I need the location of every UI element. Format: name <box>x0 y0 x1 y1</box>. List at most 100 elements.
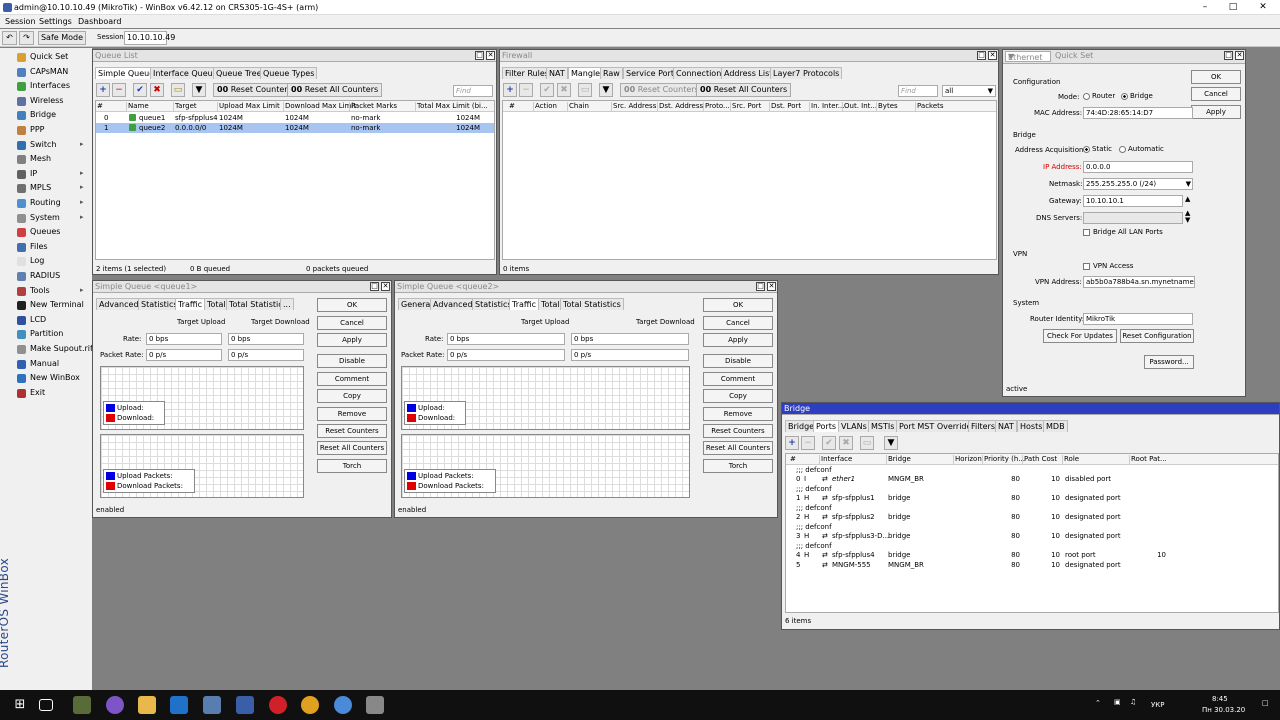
tab-queue-tree[interactable]: Queue Tree <box>213 67 265 79</box>
col-chain[interactable]: Chain <box>567 102 589 112</box>
network-tool-icon[interactable] <box>203 696 221 714</box>
tray-chevron-icon[interactable]: ⌃ <box>1095 699 1101 707</box>
col-packet-marks[interactable]: Packet Marks <box>349 102 397 112</box>
close-icon[interactable]: ✕ <box>486 51 495 60</box>
close-icon[interactable]: ✕ <box>1235 51 1244 60</box>
col-root-path[interactable]: Root Pat... <box>1129 455 1167 465</box>
disable-icon[interactable]: ✖ <box>839 436 853 450</box>
col-dst-address[interactable]: Dst. Address <box>657 102 703 112</box>
tab-mstis[interactable]: MSTIs <box>868 420 898 432</box>
find-input[interactable]: Find <box>898 85 938 97</box>
enable-icon[interactable]: ✔ <box>822 436 836 450</box>
bridge-all-lan-checkbox[interactable]: Bridge All LAN Ports <box>1083 228 1163 236</box>
sidebar-item-new-terminal[interactable]: New Terminal <box>0 298 92 312</box>
redo-icon[interactable]: ↷ <box>19 31 34 45</box>
netmask-select[interactable]: 255.255.255.0 (/24) ▼ <box>1083 178 1193 190</box>
col-packets[interactable]: Packets <box>915 102 944 112</box>
table-row[interactable]: 5 MNGM-555 MNGM_BR ⇄ 80 10 designated port <box>786 560 1278 570</box>
restore-icon[interactable]: □ <box>756 282 765 291</box>
safe-mode-button[interactable]: Safe Mode <box>38 31 86 45</box>
comment-button[interactable]: Comment <box>703 372 773 386</box>
apply-button[interactable]: Apply <box>1191 105 1241 119</box>
spin-icon[interactable]: ▲ ▼ <box>1185 210 1190 224</box>
remove-icon[interactable]: − <box>801 436 815 450</box>
reset-configuration-button[interactable]: Reset Configuration <box>1120 329 1194 343</box>
tools-taskbar-icon[interactable] <box>366 696 384 714</box>
comment-icon[interactable]: ▭ <box>578 83 592 97</box>
col-horizon[interactable]: Horizon <box>953 455 982 465</box>
tab-nat[interactable]: NAT <box>995 420 1017 432</box>
add-icon[interactable]: + <box>785 436 799 450</box>
sidebar-item-queues[interactable]: Queues <box>0 225 92 239</box>
close-icon[interactable]: ✕ <box>381 282 390 291</box>
cancel-button[interactable]: Cancel <box>1191 87 1241 101</box>
col-name[interactable]: Name <box>126 102 149 112</box>
col-role[interactable]: Role <box>1062 455 1079 465</box>
col-num[interactable]: # <box>786 455 796 465</box>
menu-settings[interactable]: Settings <box>39 17 72 26</box>
sidebar-item-tools[interactable]: Tools ▸ <box>0 284 92 298</box>
vpn-address-field[interactable]: ab5b0a788b4a.sn.mynetname.net <box>1083 276 1195 288</box>
router-identity-field[interactable]: MikroTik <box>1083 313 1193 325</box>
remove-button[interactable]: Remove <box>317 407 387 421</box>
password-button[interactable]: Password... <box>1144 355 1194 369</box>
sidebar-item-switch[interactable]: Switch ▸ <box>0 138 92 152</box>
reset-all-counters-button[interactable]: 00 Reset All Counters <box>287 83 383 97</box>
tab-total-statistics[interactable]: Total Statistics <box>560 298 624 310</box>
ok-button[interactable]: OK <box>1191 70 1241 84</box>
tab-mdb[interactable]: MDB <box>1043 420 1068 432</box>
col-num[interactable]: # <box>503 102 515 112</box>
add-icon[interactable]: + <box>96 83 110 97</box>
chain-filter-select[interactable]: all ▼ <box>942 85 996 97</box>
language-indicator[interactable]: УКР <box>1151 701 1164 709</box>
col-total-max[interactable]: Total Max Limit (bi... <box>415 102 488 112</box>
gateway-field[interactable]: 10.10.10.1 <box>1083 195 1183 207</box>
filter-icon[interactable]: ▼ <box>599 83 613 97</box>
filter-icon[interactable]: ▼ <box>192 83 206 97</box>
maximize-icon[interactable]: □ <box>1220 0 1246 15</box>
sidebar-item-lcd[interactable]: LCD <box>0 313 92 327</box>
mac-address-field[interactable]: 74:4D:28:65:14:D7 <box>1083 107 1193 119</box>
col-upload-max[interactable]: Upload Max Limit <box>217 102 280 112</box>
undo-icon[interactable]: ↶ <box>2 31 17 45</box>
col-download-max[interactable]: Download Max Limit <box>283 102 356 112</box>
ok-button[interactable]: OK <box>703 298 773 312</box>
opera-icon[interactable] <box>269 696 287 714</box>
tab-queue-types[interactable]: Queue Types <box>260 67 318 79</box>
sidebar-item-ppp[interactable]: PPP <box>0 123 92 137</box>
col-src-address[interactable]: Src. Address <box>611 102 656 112</box>
sidebar-item-mesh[interactable]: Mesh <box>0 152 92 166</box>
cancel-button[interactable]: Cancel <box>317 316 387 330</box>
dns-servers-field[interactable] <box>1083 212 1183 224</box>
reset-all-counters-button[interactable]: Reset All Counters <box>317 441 387 455</box>
col-out-interface[interactable]: Out. Int... <box>842 102 877 112</box>
remove-icon[interactable]: − <box>112 83 126 97</box>
torch-button[interactable]: Torch <box>703 459 773 473</box>
col-bridge[interactable]: Bridge <box>886 455 911 465</box>
restore-icon[interactable]: □ <box>1224 51 1233 60</box>
sidebar-item-manual[interactable]: Manual <box>0 357 92 371</box>
quickset-mode-select[interactable]: Ethernet ▼ <box>1005 51 1051 62</box>
network-icon[interactable]: ▣ <box>1114 698 1121 706</box>
table-row[interactable]: 0 queue1 sfp-sfpplus4 1024M 1024M no-mark 1024… <box>96 113 494 123</box>
sidebar-item-exit[interactable]: Exit <box>0 386 92 400</box>
sidebar-item-system[interactable]: System ▸ <box>0 211 92 225</box>
disable-button[interactable]: Disable <box>317 354 387 368</box>
sidebar-item-make-supout-rif[interactable]: Make Supout.rif <box>0 342 93 356</box>
tab-raw[interactable]: Raw <box>600 67 623 79</box>
clock-date[interactable]: Пн 30.03.20 <box>1202 706 1245 714</box>
col-src-port[interactable]: Src. Port <box>730 102 761 112</box>
add-icon[interactable]: + <box>503 83 517 97</box>
ok-button[interactable]: OK <box>317 298 387 312</box>
sidebar-item-interfaces[interactable]: Interfaces <box>0 79 92 93</box>
volume-icon[interactable]: ♫ <box>1130 698 1136 706</box>
chrome-icon[interactable] <box>301 696 319 714</box>
filter-icon[interactable]: ▼ <box>884 436 898 450</box>
clock-time[interactable]: 8:45 <box>1212 695 1228 703</box>
ip-address-field[interactable]: 0.0.0.0 <box>1083 161 1193 173</box>
winbox-taskbar-icon[interactable] <box>334 696 352 714</box>
remove-icon[interactable]: − <box>519 83 533 97</box>
tab-more[interactable]: ... <box>280 298 294 310</box>
apply-button[interactable]: Apply <box>703 333 773 347</box>
find-input[interactable]: Find <box>453 85 493 97</box>
